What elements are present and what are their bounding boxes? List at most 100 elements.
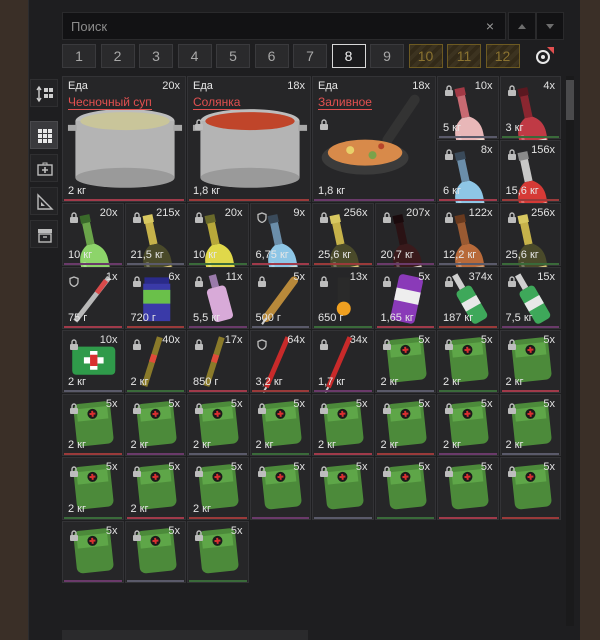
lock-icon — [444, 274, 454, 292]
inventory-slot[interactable]: 256x 25,6 кг — [312, 203, 374, 313]
inventory-slot[interactable]: 5x 500 г — [249, 266, 311, 329]
inventory-slot[interactable]: 374x 187 кг — [437, 266, 499, 329]
inventory-slot[interactable]: 5x — [312, 457, 374, 520]
inventory-slot[interactable]: 5x 2 кг — [499, 393, 561, 456]
inventory-slot[interactable]: Еда 18x Заливное 1,8 кг — [312, 76, 436, 202]
tools-category-button[interactable] — [30, 187, 58, 215]
inventory-slot[interactable]: 5x 2 кг — [312, 393, 374, 456]
inventory-slot[interactable]: Еда 20x Чесночный суп 2 кг — [62, 76, 186, 202]
inventory-slot[interactable]: 20x 10 кг — [187, 203, 249, 313]
inventory-slot[interactable]: 5x 2 кг — [499, 330, 561, 393]
inventory-slot[interactable]: 5x 2 кг — [124, 393, 186, 456]
inventory-slot[interactable]: 5x — [124, 520, 186, 583]
inventory-slot[interactable]: 5x — [499, 457, 561, 520]
grid-view-button[interactable] — [30, 121, 58, 149]
inventory-slot[interactable]: 5x — [374, 457, 436, 520]
scrollbar[interactable] — [566, 76, 574, 626]
inventory-slot[interactable]: 5x 2 кг — [374, 393, 436, 456]
lock-icon — [444, 401, 454, 419]
rarity-bar — [189, 389, 247, 392]
tab-1[interactable]: 1 — [62, 44, 96, 68]
item-quantity: 5x — [168, 397, 180, 410]
inventory-slot[interactable]: 5x 2 кг — [62, 457, 124, 520]
item-weight: 5,5 кг — [193, 312, 221, 324]
inventory-slot[interactable]: 64x 3,2 кг — [249, 330, 311, 393]
inventory-slot[interactable]: 20x 10 кг — [62, 203, 124, 313]
rarity-bar — [439, 516, 497, 519]
inventory-slot[interactable]: 207x 20,7 кг — [374, 203, 436, 313]
tab-7[interactable]: 7 — [293, 44, 327, 68]
tab-3[interactable]: 3 — [139, 44, 173, 68]
lock-icon — [507, 210, 517, 228]
item-name: Чесночный суп — [68, 95, 152, 110]
search-box[interactable]: × — [62, 12, 506, 40]
inventory-slot[interactable]: 10x 5 кг — [437, 76, 499, 186]
item-quantity: 5x — [355, 397, 368, 410]
item-quantity: 40x — [162, 334, 180, 346]
scroll-down-button[interactable] — [536, 12, 564, 40]
inventory-slot[interactable]: 5x 1,65 кг — [374, 266, 436, 329]
item-weight: 3 кг — [505, 121, 524, 134]
scroll-up-button[interactable] — [508, 12, 536, 40]
tab-2[interactable]: 2 — [100, 44, 135, 68]
item-weight: 25,6 кг — [505, 248, 539, 261]
inventory-slot[interactable]: 40x 2 кг — [124, 330, 186, 393]
rarity-bar — [189, 326, 247, 328]
lock-icon — [132, 337, 142, 355]
item-name: Солянка — [193, 95, 241, 110]
inventory-slot[interactable]: 4x 3 кг — [499, 76, 561, 186]
inventory-slot[interactable]: 5x — [249, 457, 311, 520]
storage-box-button[interactable] — [30, 220, 58, 248]
inventory-slot[interactable]: 8x 6 кг — [437, 139, 499, 250]
inventory-slot[interactable]: 122x 12,2 кг — [437, 203, 499, 313]
rarity-bar — [64, 199, 184, 201]
item-quantity: 5x — [230, 397, 243, 410]
inventory-slot[interactable]: 5x 2 кг — [62, 393, 124, 456]
inventory-slot[interactable]: 15x 7,5 кг — [499, 266, 561, 329]
inventory-slot[interactable]: 5x — [62, 520, 124, 583]
lock-icon — [382, 274, 392, 292]
medkit-category-button[interactable] — [30, 154, 58, 182]
clear-search-icon[interactable]: × — [481, 17, 499, 35]
item-weight: 10 кг — [193, 248, 218, 261]
item-quantity: 5x — [168, 461, 180, 473]
inventory-slot[interactable]: 34x 1,7 кг — [312, 330, 374, 393]
lock-icon — [194, 117, 204, 135]
tab-4[interactable]: 4 — [177, 44, 212, 68]
inventory-slot[interactable]: 5x 2 кг — [124, 457, 186, 520]
inventory-slot[interactable]: 1x 75 г — [62, 266, 124, 329]
tab-9[interactable]: 9 — [370, 44, 404, 68]
inventory-slot[interactable]: 10x 2 кг — [62, 330, 124, 393]
medkit-category-icon — [37, 162, 53, 176]
tab-12[interactable]: 12 — [485, 44, 520, 68]
tab-6[interactable]: 6 — [254, 44, 289, 68]
inventory-slot[interactable]: 9x 6,75 кг — [249, 203, 311, 313]
inventory-slot[interactable]: 156x 15,6 кг — [499, 139, 561, 250]
tab-11[interactable]: 11 — [447, 44, 481, 68]
inventory-slot[interactable]: 256x 25,6 кг — [499, 203, 561, 313]
inventory-slot[interactable]: 5x 2 кг — [437, 330, 499, 393]
lock-icon — [257, 274, 267, 292]
inventory-slot[interactable]: 5x 2 кг — [187, 393, 249, 456]
inventory-slot[interactable]: 13x 650 г — [312, 266, 374, 329]
search-input[interactable] — [63, 13, 463, 39]
rarity-bar — [189, 262, 247, 265]
inventory-slot[interactable]: 215x 21,5 кг — [124, 203, 186, 313]
inventory-slot[interactable]: 5x — [187, 520, 249, 583]
rarity-bar — [251, 389, 309, 392]
inventory-slot[interactable]: 5x 2 кг — [187, 457, 249, 520]
inventory-slot[interactable]: 5x — [437, 457, 499, 520]
inventory-slot[interactable]: 17x 850 г — [187, 330, 249, 393]
tab-5[interactable]: 5 — [216, 44, 250, 68]
inventory-slot[interactable]: Еда 18x Солянка 1,8 кг — [187, 76, 311, 202]
tab-8[interactable]: 8 — [331, 44, 366, 68]
tab-settings-button[interactable] — [533, 45, 555, 67]
inventory-slot[interactable]: 5x 2 кг — [437, 393, 499, 456]
inventory-slot[interactable]: 5x 2 кг — [374, 330, 436, 393]
scroll-thumb[interactable] — [566, 80, 574, 120]
inventory-slot[interactable]: 11x 5,5 кг — [187, 266, 249, 329]
inventory-slot[interactable]: 6x 720 г — [124, 266, 186, 329]
tab-10[interactable]: 10 — [408, 44, 443, 68]
inventory-slot[interactable]: 5x 2 кг — [249, 393, 311, 456]
sort-button[interactable] — [30, 79, 58, 107]
